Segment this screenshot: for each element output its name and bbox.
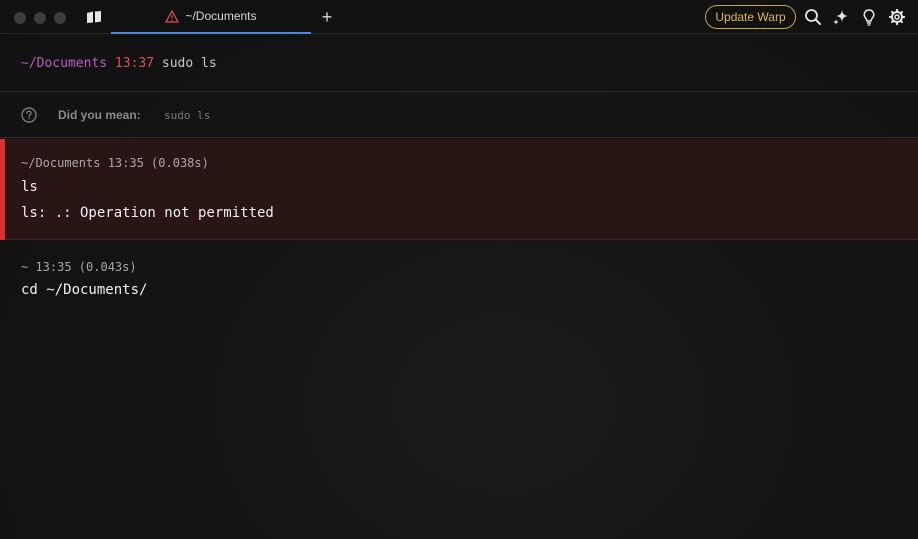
block-command: ls (21, 179, 38, 195)
block-command: cd ~/Documents/ (21, 282, 148, 298)
ai-sparkle-icon[interactable] (832, 8, 850, 26)
error-indicator-bar (0, 139, 5, 240)
question-icon (21, 107, 37, 123)
block-output: ls: .: Operation not permitted (21, 205, 274, 221)
command-input[interactable]: ~/Documents 13:37 sudo ls (0, 35, 918, 92)
did-you-mean-suggestion[interactable]: Did you mean: sudo ls (0, 93, 918, 138)
gear-icon[interactable] (888, 8, 906, 26)
minimize-window-button[interactable] (34, 12, 46, 24)
suggested-command[interactable]: sudo ls (164, 109, 210, 122)
command-block[interactable]: ~ 13:35 (0.043s) cd ~/Documents/ (0, 241, 918, 311)
input-command-text[interactable]: sudo ls (162, 56, 217, 71)
close-window-button[interactable] (14, 12, 26, 24)
prompt-line[interactable]: ~/Documents 13:37 sudo ls (21, 56, 217, 71)
lightbulb-icon[interactable] (860, 8, 878, 26)
block-meta: ~/Documents 13:35 (0.038s) (21, 156, 209, 170)
zoom-window-button[interactable] (54, 12, 66, 24)
title-bar: ~/Documents + Update Warp (0, 0, 918, 34)
command-block-error[interactable]: ~/Documents 13:35 (0.038s) ls ls: .: Ope… (0, 139, 918, 240)
prompt-time: 13:37 (114, 56, 155, 71)
warning-icon (165, 9, 180, 23)
block-meta: ~ 13:35 (0.043s) (21, 260, 137, 274)
search-icon[interactable] (804, 8, 822, 26)
warp-terminal-window: ~/Documents + Update Warp ~/Documents 13… (0, 0, 918, 539)
new-tab-button[interactable]: + (318, 7, 336, 27)
update-warp-button[interactable]: Update Warp (705, 5, 796, 29)
did-you-mean-label: Did you mean: (58, 108, 141, 122)
drawer-icon[interactable] (86, 10, 102, 24)
tab-title: ~/Documents (185, 9, 257, 23)
tab-documents[interactable]: ~/Documents (111, 0, 311, 34)
prompt-directory: ~/Documents (21, 56, 108, 71)
